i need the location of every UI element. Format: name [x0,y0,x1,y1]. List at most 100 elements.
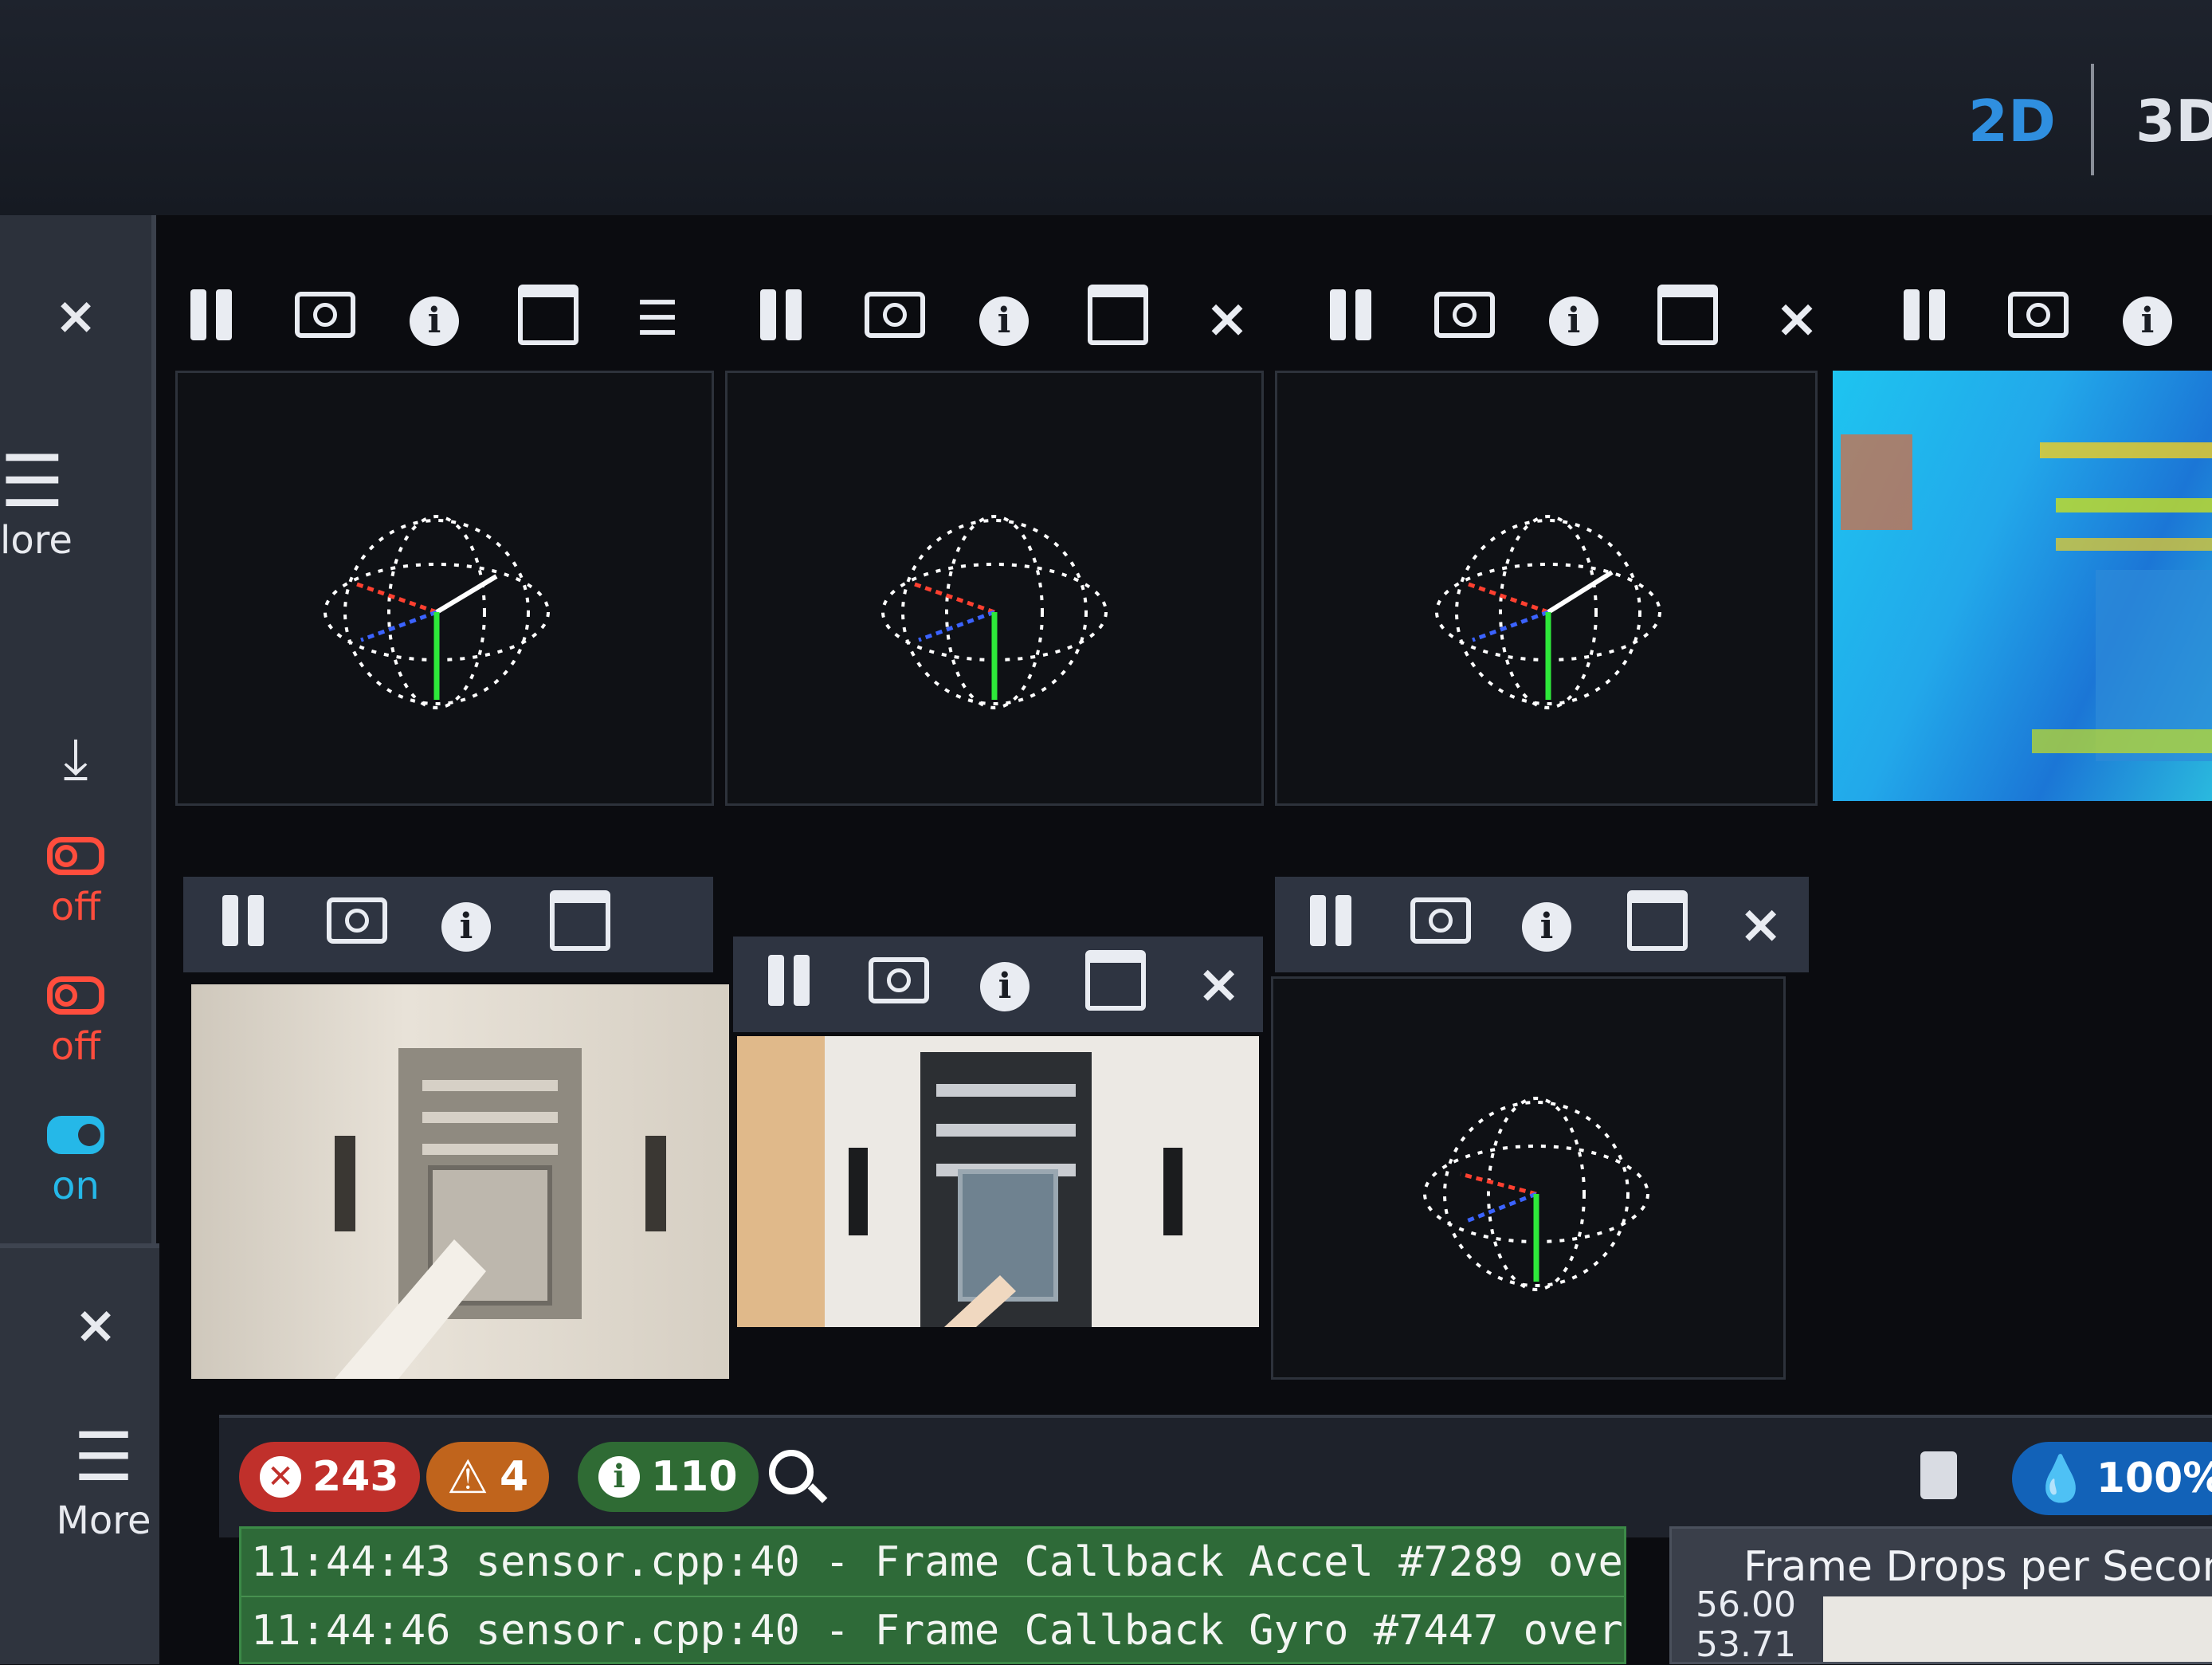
toggle-2-label: off [50,1024,101,1069]
depth-stream-view [1833,371,2212,801]
camera-icon [1434,292,1495,338]
log-line[interactable]: 11:44:43 sensor.cpp:40 - Frame Callback … [241,1529,1624,1596]
info-button[interactable]: i [976,293,1032,346]
pause-button[interactable] [1896,289,1952,348]
tile-3-toolbar: i × [1291,271,1865,367]
toggle-on-icon [47,1116,104,1154]
motion-gizmo [1423,1097,1649,1291]
pause-button[interactable] [215,895,271,954]
toggle-2[interactable]: off [0,976,151,1069]
maximize-button[interactable] [550,890,610,959]
pause-icon [187,289,235,340]
maximize-button[interactable] [1657,285,1718,353]
maximize-button[interactable] [1627,890,1688,959]
view-toggle-divider [2091,64,2094,175]
tile-7-toolbar: i × [1275,877,1809,972]
info-icon: i [1549,296,1598,346]
frame-drops-panel: Frame Drops per Second 56.00 53.71 [1669,1526,2212,1665]
window-icon [1627,890,1688,951]
info-count-badge[interactable]: i 110 [578,1442,759,1512]
info-button[interactable]: i [438,898,494,952]
error-count: 243 [312,1453,399,1501]
toggle-1-label: off [50,885,101,929]
search-icon[interactable] [769,1450,814,1494]
pause-icon [1307,895,1355,946]
info-button[interactable]: i [980,958,1030,1011]
snapshot-button[interactable] [869,957,929,1011]
fps-plot-area [1823,1596,2212,1662]
camera-icon [295,292,355,338]
fps-current-value: 53.71 [1696,1624,1796,1665]
motion-gizmo [881,515,1108,709]
infrared-image [335,1048,666,1379]
status-bar: ✕ 243 ⚠ 4 i 110 💧 100% [219,1415,2212,1537]
infrared-stream-view [191,984,729,1379]
snapshot-button[interactable] [1410,897,1471,952]
chip-icon[interactable] [1920,1451,1957,1499]
snapshot-button[interactable] [865,292,925,346]
toggle-off-icon [47,976,104,1015]
toggle-3[interactable]: on [0,1116,151,1208]
close-button[interactable]: × [1769,293,1825,345]
maximize-button[interactable] [518,285,578,353]
camera-icon [1410,897,1471,944]
more-menu-button[interactable]: ☰ lore [0,446,151,564]
hamburger-icon: ☰ [73,1418,134,1496]
pause-button[interactable] [765,955,813,1014]
secondary-more-button[interactable]: ☰ More [40,1423,167,1543]
secondary-close-icon[interactable]: × [40,1296,151,1355]
info-button[interactable]: i [2120,293,2175,346]
sidebar-close-icon[interactable]: × [0,287,151,346]
pause-button[interactable] [753,289,809,348]
tile-6-toolbar: i × [733,937,1263,1032]
camera-icon [2008,292,2069,338]
close-button[interactable]: × [1199,293,1255,345]
gpu-usage-badge[interactable]: 💧 100% [2012,1442,2212,1515]
warning-count: 4 [500,1453,529,1501]
info-icon: i [1522,901,1571,952]
info-icon: i [979,296,1029,346]
snapshot-button[interactable] [327,897,387,952]
snapshot-button[interactable] [1434,292,1495,346]
pause-icon [765,955,813,1006]
view-3d-button[interactable]: 3D [2136,88,2212,155]
checklist-button[interactable]: ☰ [629,295,685,343]
toggle-off-icon [47,837,104,875]
sidebar-secondary-panel: × ☰ More [0,1243,159,1664]
more-label: lore [0,518,73,563]
window-icon [1088,285,1148,345]
info-icon: i [2123,296,2172,346]
error-icon: ✕ [260,1456,301,1498]
tile-1-toolbar: i ☰ [151,271,725,367]
color-image [737,1036,1182,1327]
maximize-button[interactable] [1085,950,1146,1019]
drop-icon: 💧 [2033,1453,2088,1505]
pause-button[interactable] [1323,289,1379,348]
snapshot-button[interactable] [2008,292,2069,346]
info-count: 110 [651,1453,738,1501]
snapshot-button[interactable] [295,292,355,346]
close-button[interactable]: × [1197,958,1241,1011]
motion-tile-3 [1275,371,1818,806]
view-2d-button[interactable]: 2D [1968,88,2056,155]
log-line[interactable]: 11:44:46 sensor.cpp:40 - Frame Callback … [241,1596,1624,1662]
motion-tile-4 [1271,976,1786,1380]
info-icon: i [980,961,1030,1011]
info-button[interactable]: i [1546,293,1602,346]
toggle-1[interactable]: off [0,837,151,929]
info-button[interactable]: i [406,293,462,346]
top-bar: 2D 3D [0,0,2212,215]
download-icon[interactable]: ⤓ [0,725,151,791]
close-button[interactable]: × [1739,898,1783,951]
pause-icon [1327,289,1375,340]
pause-button[interactable] [183,289,239,348]
color-stream-view [737,1036,1259,1327]
warning-count-badge[interactable]: ⚠ 4 [426,1442,550,1512]
motion-gizmo [1435,515,1661,709]
log-panel[interactable]: 11:44:43 sensor.cpp:40 - Frame Callback … [239,1526,1626,1664]
secondary-more-label: More [56,1498,151,1543]
info-button[interactable]: i [1522,898,1571,952]
error-count-badge[interactable]: ✕ 243 [239,1442,420,1512]
pause-button[interactable] [1307,895,1355,954]
maximize-button[interactable] [1088,285,1148,353]
